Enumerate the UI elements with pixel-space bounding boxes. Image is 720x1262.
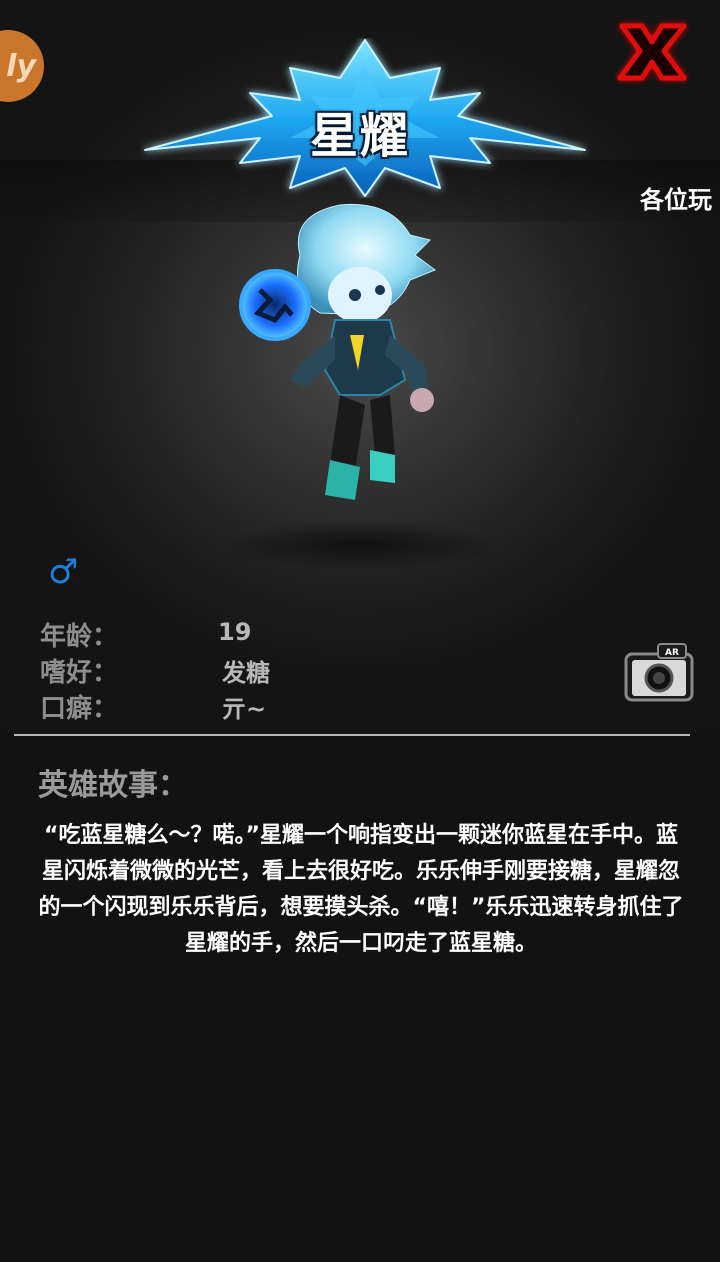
age-value: 19 [218, 618, 252, 646]
player-badge[interactable]: ly [0, 30, 44, 102]
badge-text: ly [6, 48, 36, 84]
catchphrase-value: 亓~ [222, 695, 267, 723]
story-text: “吃蓝星糖么～？喏。”星耀一个响指变出一颗迷你蓝星在手中。蓝星闪烁着微微的光芒，… [38, 823, 684, 956]
age-label: 年龄： [40, 622, 119, 652]
hero-ground-shadow [220, 520, 500, 570]
catchphrase-label: 口癖： [40, 694, 119, 724]
hobby-label: 嗜好： [40, 658, 119, 688]
close-x-icon [617, 23, 687, 81]
hero-character-sprite[interactable] [230, 195, 460, 525]
story-heading: 英雄故事： [38, 768, 188, 803]
ar-camera-button[interactable]: AR [624, 640, 694, 702]
section-divider [14, 734, 690, 736]
close-button[interactable] [612, 18, 692, 84]
hero-name-title: 星耀 [309, 108, 410, 164]
marquee-notice: 各位玩 [640, 186, 712, 214]
ar-label: AR [665, 648, 679, 658]
camera-icon: AR [624, 643, 694, 702]
hobby-value: 发糖 [222, 659, 270, 687]
male-gender-icon: ♂ [48, 552, 79, 592]
hero-showcase: 各位玩 ly 星耀 ♂ 年龄： 19 嗜好： 发糖 口癖： 亓~ AR [0, 0, 720, 735]
